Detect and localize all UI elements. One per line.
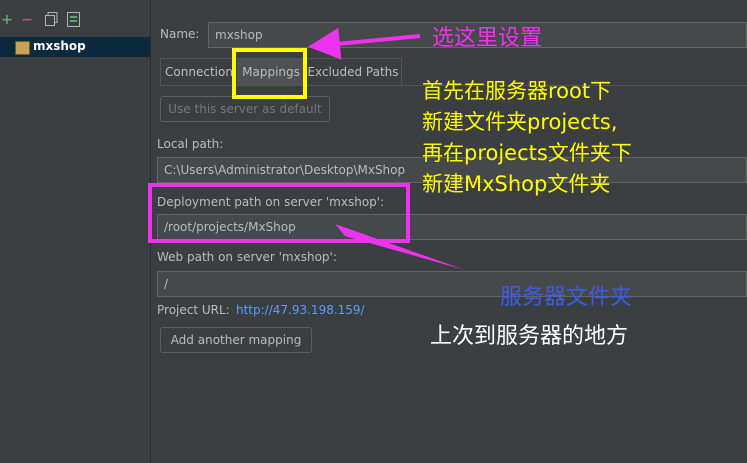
instruction-line-2: 新建文件夹projects, [422,110,618,134]
annotation-instructions: 首先在服务器root下 新建文件夹projects, 再在projects文件夹… [422,76,632,200]
annotation-server-folder: 服务器文件夹 [500,285,633,310]
arrow-to-deployment-path [335,224,465,270]
annotation-arrows [308,27,465,270]
instruction-line-3: 再在projects文件夹下 [422,141,632,165]
annotation-set-here: 选这里设置 [432,26,543,51]
arrow-to-mappings-tab [308,27,421,60]
instruction-line-1: 首先在服务器root下 [422,79,612,103]
annotation-upload-location: 上次到服务器的地方 [430,324,629,349]
instruction-line-4: 新建MxShop文件夹 [422,172,611,196]
